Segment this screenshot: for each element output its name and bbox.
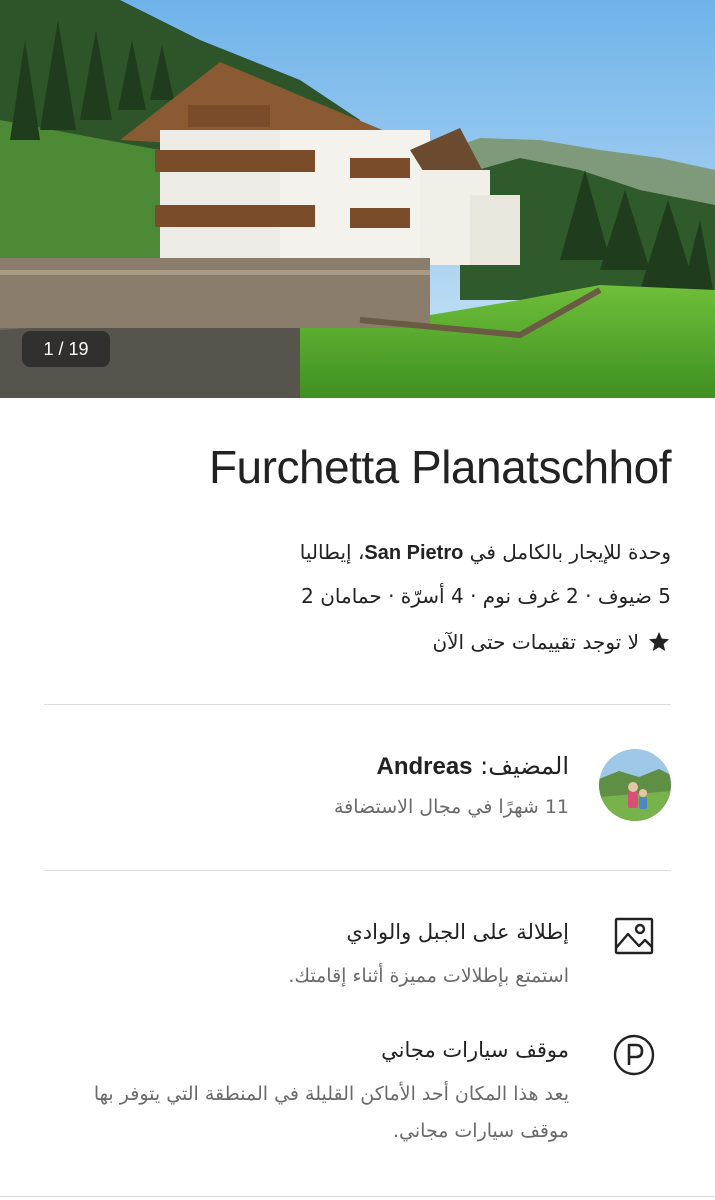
feature-title-view: إطلالة على الجبل والوادي [346, 920, 569, 944]
divider [0, 1196, 715, 1197]
subtitle-suffix: ، إيطاليا [299, 540, 365, 564]
host-title: المضيف: Andreas [89, 752, 569, 781]
divider [44, 870, 671, 871]
listing-rating: لا توجد تقييمات حتى الآن [31, 630, 671, 654]
photo-counter: 1 / 19 [22, 331, 110, 367]
host-label: المضيف: [472, 752, 569, 780]
host-avatar[interactable] [599, 749, 671, 821]
rating-text: لا توجد تقييمات حتى الآن [432, 630, 639, 654]
host-experience: 11 شهرًا في مجال الاستضافة [333, 796, 569, 818]
feature-desc-view: استمتع بإطلالات مميزة أثناء إقامتك. [288, 965, 569, 987]
listing-photo[interactable]: 1 / 19 [0, 0, 715, 398]
picture-icon [614, 917, 654, 955]
feature-title-parking: موقف سيارات مجاني [381, 1038, 569, 1062]
parking-icon [613, 1034, 655, 1076]
listing-title: Furchetta Planatschhof [208, 441, 672, 493]
star-icon [649, 632, 669, 651]
feature-desc-parking: يعد هذا المكان أحد الأماكن القليلة في ال… [93, 1083, 569, 1142]
divider [44, 704, 671, 705]
host-name: Andreas [376, 753, 473, 780]
subtitle-place: San Pietro [364, 542, 464, 564]
listing-subtitle: وحدة للإيجار بالكامل في San Pietro، إيطا… [31, 540, 671, 565]
subtitle-prefix: وحدة للإيجار بالكامل في [463, 540, 671, 564]
listing-details: 5 ضيوف · 2 غرف نوم · 4 أسرّة · حمامان 2 [301, 584, 671, 608]
avatar-image [599, 749, 671, 821]
